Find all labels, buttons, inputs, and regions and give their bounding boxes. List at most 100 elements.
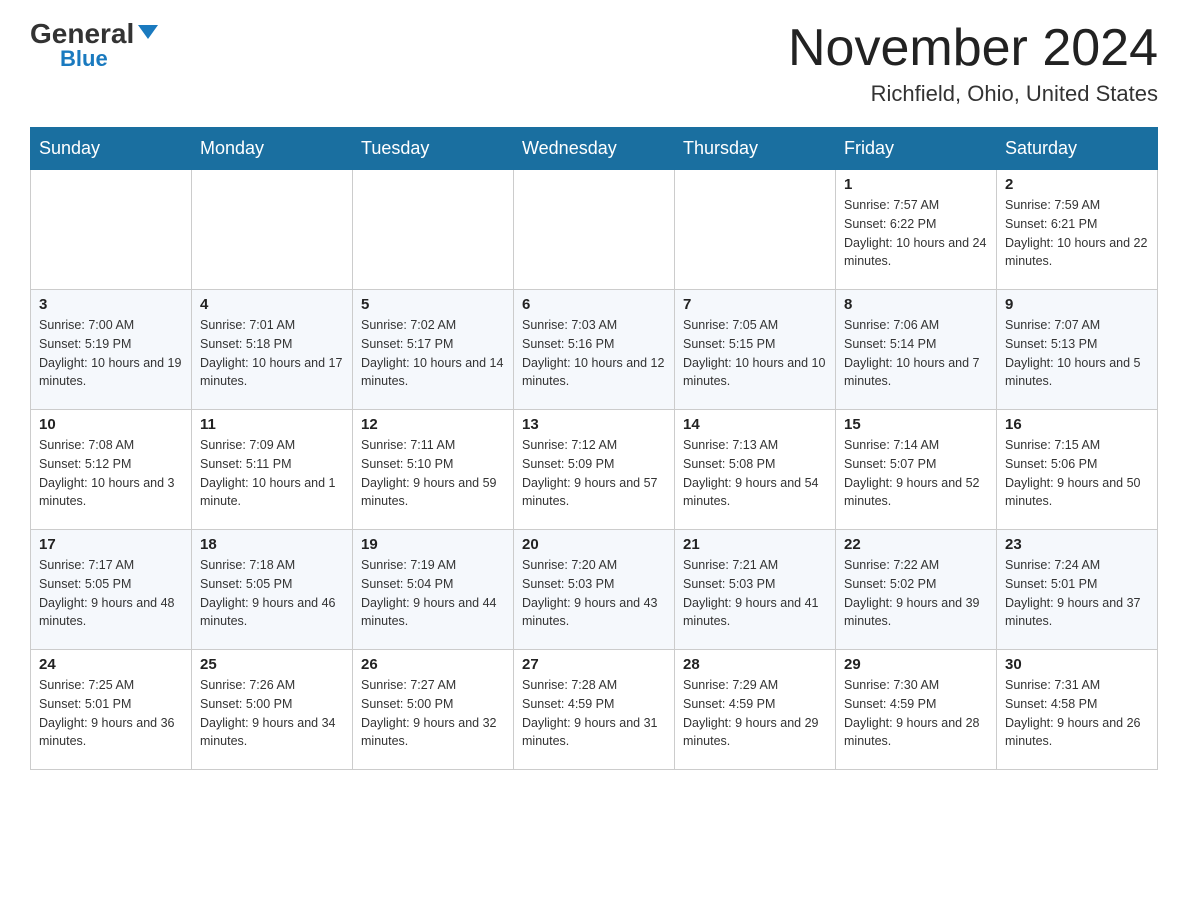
logo-triangle-icon [138,25,158,39]
day-info: Sunrise: 7:15 AM Sunset: 5:06 PM Dayligh… [1005,436,1149,511]
day-info: Sunrise: 7:13 AM Sunset: 5:08 PM Dayligh… [683,436,827,511]
day-number: 8 [844,296,988,313]
calendar-cell: 3 Sunrise: 7:00 AM Sunset: 5:19 PM Daylig… [31,290,192,410]
day-number: 19 [361,536,505,553]
day-number: 9 [1005,296,1149,313]
calendar-day-header: Sunday [31,128,192,170]
calendar-cell: 12 Sunrise: 7:11 AM Sunset: 5:10 PM Dayli… [353,410,514,530]
day-number: 16 [1005,416,1149,433]
day-number: 23 [1005,536,1149,553]
calendar-cell: 28Sunrise: 7:29 AM Sunset: 4:59 PM Dayli… [675,650,836,770]
day-number: 10 [39,416,183,433]
calendar-week-row: 1Sunrise: 7:57 AM Sunset: 6:22 PM Daylig… [31,170,1158,290]
calendar-cell: 23 Sunrise: 7:24 AM Sunset: 5:01 PM Dayli… [997,530,1158,650]
calendar-cell: 22Sunrise: 7:22 AM Sunset: 5:02 PM Dayli… [836,530,997,650]
day-number: 18 [200,536,344,553]
calendar-day-header: Friday [836,128,997,170]
day-number: 1 [844,176,988,193]
page-header: General Blue November 2024 Richfield, Oh… [30,20,1158,107]
calendar-day-header: Wednesday [514,128,675,170]
day-number: 22 [844,536,988,553]
calendar-cell: 15 Sunrise: 7:14 AM Sunset: 5:07 PM Dayli… [836,410,997,530]
day-number: 7 [683,296,827,313]
day-number: 5 [361,296,505,313]
day-number: 24 [39,656,183,673]
calendar-cell: 6 Sunrise: 7:03 AM Sunset: 5:16 PM Daylig… [514,290,675,410]
day-info: Sunrise: 7:31 AM Sunset: 4:58 PM Dayligh… [1005,676,1149,751]
day-number: 12 [361,416,505,433]
calendar-cell: 20Sunrise: 7:20 AM Sunset: 5:03 PM Dayli… [514,530,675,650]
day-info: Sunrise: 7:02 AM Sunset: 5:17 PM Dayligh… [361,316,505,391]
day-info: Sunrise: 7:30 AM Sunset: 4:59 PM Dayligh… [844,676,988,751]
calendar-cell: 4Sunrise: 7:01 AM Sunset: 5:18 PM Daylig… [192,290,353,410]
calendar-cell: 26 Sunrise: 7:27 AM Sunset: 5:00 PM Dayli… [353,650,514,770]
calendar-cell: 10 Sunrise: 7:08 AM Sunset: 5:12 PM Dayli… [31,410,192,530]
day-info: Sunrise: 7:28 AM Sunset: 4:59 PM Dayligh… [522,676,666,751]
day-info: Sunrise: 7:11 AM Sunset: 5:10 PM Dayligh… [361,436,505,511]
day-number: 30 [1005,656,1149,673]
calendar-cell: 25 Sunrise: 7:26 AM Sunset: 5:00 PM Dayli… [192,650,353,770]
day-info: Sunrise: 7:24 AM Sunset: 5:01 PM Dayligh… [1005,556,1149,631]
day-number: 20 [522,536,666,553]
calendar-cell: 7 Sunrise: 7:05 AM Sunset: 5:15 PM Daylig… [675,290,836,410]
day-info: Sunrise: 7:05 AM Sunset: 5:15 PM Dayligh… [683,316,827,391]
calendar-day-header: Thursday [675,128,836,170]
calendar-cell: 17 Sunrise: 7:17 AM Sunset: 5:05 PM Dayli… [31,530,192,650]
calendar-cell [353,170,514,290]
day-number: 11 [200,416,344,433]
calendar-cell [192,170,353,290]
day-info: Sunrise: 7:12 AM Sunset: 5:09 PM Dayligh… [522,436,666,511]
day-info: Sunrise: 7:07 AM Sunset: 5:13 PM Dayligh… [1005,316,1149,391]
calendar-cell: 19 Sunrise: 7:19 AM Sunset: 5:04 PM Dayli… [353,530,514,650]
day-number: 26 [361,656,505,673]
calendar-cell: 2Sunrise: 7:59 AM Sunset: 6:21 PM Daylig… [997,170,1158,290]
calendar-day-header: Monday [192,128,353,170]
day-info: Sunrise: 7:09 AM Sunset: 5:11 PM Dayligh… [200,436,344,511]
logo-general-text: General [30,20,134,48]
calendar-week-row: 3 Sunrise: 7:00 AM Sunset: 5:19 PM Daylig… [31,290,1158,410]
calendar-cell: 18 Sunrise: 7:18 AM Sunset: 5:05 PM Dayli… [192,530,353,650]
day-info: Sunrise: 7:59 AM Sunset: 6:21 PM Dayligh… [1005,196,1149,271]
day-number: 15 [844,416,988,433]
day-number: 6 [522,296,666,313]
day-info: Sunrise: 7:14 AM Sunset: 5:07 PM Dayligh… [844,436,988,511]
day-info: Sunrise: 7:00 AM Sunset: 5:19 PM Dayligh… [39,316,183,391]
title-block: November 2024 Richfield, Ohio, United St… [788,20,1158,107]
day-number: 29 [844,656,988,673]
day-number: 14 [683,416,827,433]
page-title: November 2024 [788,20,1158,77]
day-info: Sunrise: 7:18 AM Sunset: 5:05 PM Dayligh… [200,556,344,631]
calendar-cell [675,170,836,290]
day-info: Sunrise: 7:17 AM Sunset: 5:05 PM Dayligh… [39,556,183,631]
calendar-cell [31,170,192,290]
calendar-cell: 14 Sunrise: 7:13 AM Sunset: 5:08 PM Dayli… [675,410,836,530]
calendar-cell: 1Sunrise: 7:57 AM Sunset: 6:22 PM Daylig… [836,170,997,290]
page-subtitle: Richfield, Ohio, United States [788,81,1158,107]
calendar-cell: 8Sunrise: 7:06 AM Sunset: 5:14 PM Daylig… [836,290,997,410]
day-info: Sunrise: 7:27 AM Sunset: 5:00 PM Dayligh… [361,676,505,751]
day-info: Sunrise: 7:25 AM Sunset: 5:01 PM Dayligh… [39,676,183,751]
calendar-table: SundayMondayTuesdayWednesdayThursdayFrid… [30,127,1158,770]
day-number: 17 [39,536,183,553]
day-info: Sunrise: 7:01 AM Sunset: 5:18 PM Dayligh… [200,316,344,391]
calendar-cell: 11 Sunrise: 7:09 AM Sunset: 5:11 PM Dayli… [192,410,353,530]
calendar-week-row: 24 Sunrise: 7:25 AM Sunset: 5:01 PM Dayli… [31,650,1158,770]
day-info: Sunrise: 7:19 AM Sunset: 5:04 PM Dayligh… [361,556,505,631]
day-number: 3 [39,296,183,313]
calendar-day-header: Saturday [997,128,1158,170]
day-number: 27 [522,656,666,673]
calendar-day-header: Tuesday [353,128,514,170]
day-info: Sunrise: 7:26 AM Sunset: 5:00 PM Dayligh… [200,676,344,751]
day-info: Sunrise: 7:03 AM Sunset: 5:16 PM Dayligh… [522,316,666,391]
day-number: 13 [522,416,666,433]
calendar-week-row: 10 Sunrise: 7:08 AM Sunset: 5:12 PM Dayli… [31,410,1158,530]
calendar-cell: 16 Sunrise: 7:15 AM Sunset: 5:06 PM Dayli… [997,410,1158,530]
day-number: 21 [683,536,827,553]
calendar-cell: 5 Sunrise: 7:02 AM Sunset: 5:17 PM Daylig… [353,290,514,410]
logo: General Blue [30,20,158,70]
calendar-cell: 21Sunrise: 7:21 AM Sunset: 5:03 PM Dayli… [675,530,836,650]
calendar-cell [514,170,675,290]
calendar-header-row: SundayMondayTuesdayWednesdayThursdayFrid… [31,128,1158,170]
day-number: 25 [200,656,344,673]
day-info: Sunrise: 7:08 AM Sunset: 5:12 PM Dayligh… [39,436,183,511]
